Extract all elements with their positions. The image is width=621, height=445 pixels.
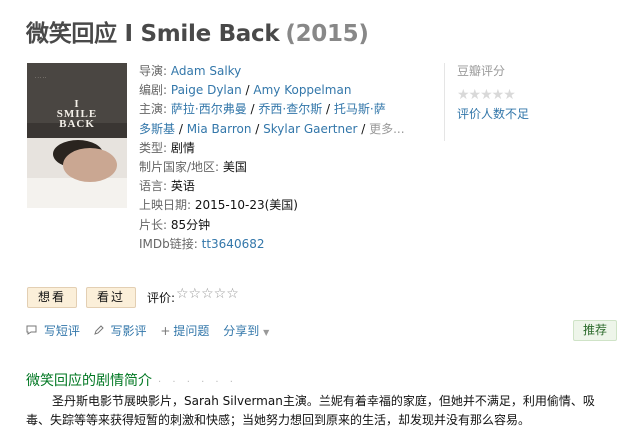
- pencil-icon: [93, 324, 108, 338]
- action-bar: 写短评 写影评 + 提问题 分享到 ▼: [26, 322, 279, 339]
- release-label: 上映日期:: [139, 198, 192, 213]
- write-review[interactable]: 写影评: [93, 324, 151, 338]
- imdb-label: IMDb链接:: [139, 236, 198, 251]
- rating-note[interactable]: 评价人数不足: [457, 105, 529, 122]
- poster-pillow: [27, 178, 127, 208]
- imdb-link[interactable]: tt3640682: [202, 237, 265, 251]
- summary-title: 微笑回应的剧情简介 · · · · · ·: [26, 373, 237, 389]
- writer-link-2[interactable]: Amy Koppelman: [253, 83, 351, 97]
- writer-row: 编剧: Paige Dylan / Amy Koppelman: [139, 81, 439, 100]
- write-short-review[interactable]: 写短评: [26, 324, 84, 338]
- cast-link-3[interactable]: 托马斯·萨: [334, 102, 386, 116]
- director-link[interactable]: Adam Salky: [171, 64, 241, 78]
- movie-poster[interactable]: · · · · · I SMILE BACK: [27, 63, 127, 208]
- poster-tagline: · · · · ·: [35, 75, 47, 80]
- summary-text: 圣丹斯电影节展映影片，Sarah Silverman主演。兰妮有着幸福的家庭，但…: [26, 394, 595, 427]
- language-label: 语言:: [139, 179, 168, 194]
- cast-row-cont: 多斯基 / Mia Barron / Skylar Gaertner / 更多.…: [139, 121, 405, 136]
- genre-label: 类型:: [139, 140, 168, 155]
- director-label: 导演:: [139, 64, 168, 78]
- summary-dots: · · · · · ·: [158, 377, 237, 388]
- country-row: 制片国家/地区: 美国: [139, 158, 439, 177]
- poster-face: [63, 148, 117, 182]
- runtime-value: 85分钟: [170, 217, 211, 232]
- language-row: 语言: 英语: [139, 177, 439, 196]
- country-value: 美国: [222, 160, 247, 175]
- writer-sep: /: [241, 83, 254, 98]
- recommend-button[interactable]: 推荐: [573, 320, 617, 341]
- plus-icon: +: [160, 324, 171, 338]
- speech-bubble-icon: [26, 324, 41, 338]
- rating-divider: [444, 63, 445, 141]
- share-dropdown[interactable]: 分享到 ▼: [223, 324, 269, 338]
- cast-row: 主演: 萨拉·西尔弗曼 / 乔西·查尔斯 / 托马斯·萨: [139, 102, 386, 117]
- writer-link-1[interactable]: Paige Dylan: [171, 83, 242, 97]
- cast-link-1[interactable]: 萨拉·西尔弗曼: [171, 102, 247, 116]
- chevron-down-icon: ▼: [263, 328, 270, 337]
- release-row: 上映日期: 2015-10-23(美国): [139, 196, 439, 215]
- ask-question[interactable]: + 提问题: [160, 324, 213, 338]
- movie-title: 微笑回应 I Smile Back: [26, 21, 280, 47]
- movie-year: (2015): [285, 21, 369, 47]
- genre-row: 类型: 剧情: [139, 139, 439, 158]
- cast-more-link[interactable]: 更多...: [369, 122, 404, 136]
- runtime-row: 片长: 85分钟: [139, 216, 439, 235]
- imdb-row: IMDb链接: tt3640682: [139, 235, 439, 254]
- cast-link-5[interactable]: Skylar Gaertner: [263, 122, 357, 136]
- rate-label: 评价:: [147, 291, 176, 305]
- rating-title: 豆瓣评分: [457, 64, 506, 78]
- watched-button[interactable]: 看过: [86, 287, 136, 308]
- cast-link-4[interactable]: Mia Barron: [187, 122, 252, 136]
- cast-link-2[interactable]: 乔西·查尔斯: [258, 102, 322, 116]
- page-title: 微笑回应 I Smile Back (2015): [26, 14, 369, 48]
- summary-text-block: 圣丹斯电影节展映影片，Sarah Silverman主演。兰妮有着幸福的家庭，但…: [26, 392, 616, 430]
- language-value: 英语: [170, 179, 195, 194]
- cast-label: 主演:: [139, 102, 168, 117]
- country-label: 制片国家/地区:: [139, 160, 220, 175]
- writer-label: 编剧:: [139, 83, 168, 98]
- release-value: 2015-10-23(美国): [194, 198, 298, 213]
- rate-stars-icon[interactable]: ☆☆☆☆☆: [176, 286, 239, 302]
- genre-value: 剧情: [170, 140, 195, 155]
- want-to-watch-button[interactable]: 想看: [27, 287, 77, 308]
- runtime-label: 片长:: [139, 217, 168, 232]
- cast-link-3-cont[interactable]: 多斯基: [139, 122, 175, 136]
- rating-stars-icon: ★★★★★: [457, 87, 516, 103]
- director-row: 导演: Adam Salky: [139, 62, 439, 81]
- poster-title-text: I SMILE BACK: [56, 98, 98, 130]
- douban-rating: 豆瓣评分 ★★★★★ 评价人数不足: [457, 62, 529, 122]
- movie-info: 导演: Adam Salky 编剧: Paige Dylan / Amy Kop…: [139, 62, 439, 254]
